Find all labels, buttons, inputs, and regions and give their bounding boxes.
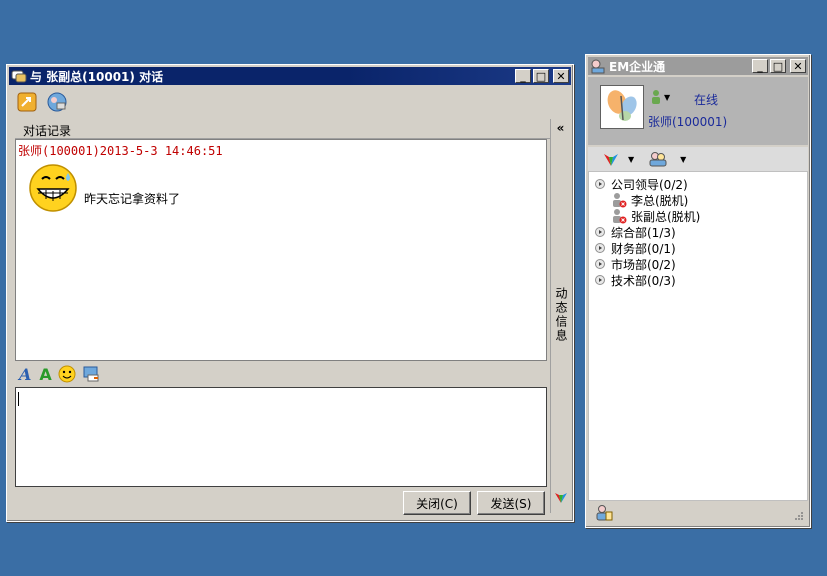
username: 张师(100001) — [648, 115, 728, 129]
profile-panel: ▼ 在线 张师(100001) — [588, 77, 808, 145]
collapse-panel-button[interactable]: « — [551, 119, 570, 137]
font-color-icon[interactable]: A — [39, 365, 51, 384]
screenshot-icon[interactable] — [82, 365, 100, 383]
group-label: 技术部(0/3) — [611, 273, 676, 288]
chat-titlebar[interactable]: 与 张副总(10001) 对话 _ □ ✕ — [9, 67, 571, 85]
font-style-icon[interactable]: A — [19, 365, 31, 384]
contacts-toolbar: ▼ ▼ — [588, 147, 808, 171]
user-manager-icon[interactable] — [594, 503, 614, 523]
expand-arrow-icon[interactable] — [595, 179, 605, 189]
avatar[interactable] — [600, 85, 644, 129]
chat-window: 与 张副总(10001) 对话 _ □ ✕ 对话记录 张师(100001)201… — [6, 64, 574, 522]
chat-title: 与 张副总(10001) 对话 — [30, 69, 164, 84]
close-window-button[interactable]: ✕ — [553, 69, 569, 83]
group-label: 市场部(0/2) — [611, 257, 676, 272]
side-panel: « 动态信息 — [550, 119, 570, 513]
chevron-down-icon: ▼ — [664, 92, 671, 102]
expand-arrow-icon[interactable] — [595, 275, 605, 285]
text-caret — [18, 392, 19, 406]
contacts-footer — [588, 501, 808, 525]
offline-user-icon — [613, 193, 627, 208]
app-menu-icon[interactable] — [602, 150, 620, 168]
contact-label: 李总(脱机) — [631, 193, 689, 208]
offline-user-icon — [613, 209, 627, 224]
group-node[interactable]: 技术部(0/3) — [589, 272, 807, 288]
expand-arrow-icon[interactable] — [595, 243, 605, 253]
expand-arrow-icon[interactable] — [595, 259, 605, 269]
remote-assist-icon[interactable] — [45, 90, 69, 114]
message-row: 昨天忘记拿资料了 — [16, 163, 546, 213]
group-node[interactable]: 公司领导(0/2) — [589, 176, 807, 192]
enterprise-app-icon — [591, 59, 605, 74]
status-selector[interactable]: ▼ — [650, 89, 670, 105]
group-node[interactable]: 综合部(1/3) — [589, 224, 807, 240]
maximize-button[interactable]: □ — [533, 69, 549, 83]
status-text[interactable]: 在线 — [694, 91, 718, 108]
grin-emoticon-icon — [29, 164, 77, 212]
chat-toolbar — [7, 87, 573, 117]
contact-tree: 公司领导(0/2) 李总(脱机) 张副总(脱机) 综合部(1/3) 财务部(0/… — [588, 171, 808, 501]
dynamic-info-tab[interactable]: 动态信息 — [553, 287, 570, 343]
contacts-maximize-button[interactable]: □ — [770, 59, 786, 73]
group-node[interactable]: 市场部(0/2) — [589, 256, 807, 272]
format-toolbar: A A — [15, 363, 547, 385]
history-label: 对话记录 — [15, 119, 552, 139]
contact-node[interactable]: 李总(脱机) — [589, 192, 807, 208]
group-label: 公司领导(0/2) — [611, 177, 688, 192]
online-status-icon — [652, 90, 660, 104]
minimize-button[interactable]: _ — [515, 69, 531, 83]
contact-label: 张副总(脱机) — [631, 209, 701, 224]
chat-app-icon — [11, 70, 27, 83]
group-label: 综合部(1/3) — [611, 225, 676, 240]
contacts-group-icon[interactable] — [648, 150, 668, 168]
group-node[interactable]: 财务部(0/1) — [589, 240, 807, 256]
app-menu-chevron-icon[interactable]: ▼ — [628, 155, 634, 164]
contacts-minimize-button[interactable]: _ — [752, 59, 768, 73]
contacts-window: EM企业通 _ □ ✕ ▼ 在线 张师(100001) ▼ ▼ 公司领导(0/2… — [585, 54, 811, 528]
app-logo-icon — [555, 493, 567, 503]
resize-grip-icon[interactable] — [794, 511, 804, 521]
contact-node[interactable]: 张副总(脱机) — [589, 208, 807, 224]
close-button[interactable]: 关闭(C) — [403, 491, 471, 515]
send-file-icon[interactable] — [15, 90, 39, 114]
message-input[interactable] — [15, 387, 547, 487]
message-header: 张师(100001)2013-5-3 14:46:51 — [18, 144, 223, 158]
contacts-titlebar[interactable]: EM企业通 _ □ ✕ — [588, 57, 808, 75]
group-menu-chevron-icon[interactable]: ▼ — [680, 155, 686, 164]
group-label: 财务部(0/1) — [611, 241, 676, 256]
chat-history[interactable]: 张师(100001)2013-5-3 14:46:51 昨天忘记拿资料了 — [15, 139, 547, 361]
contacts-close-button[interactable]: ✕ — [790, 59, 806, 73]
message-text: 昨天忘记拿资料了 — [84, 192, 181, 206]
butterfly-avatar-icon — [607, 90, 637, 121]
emoticon-picker-icon[interactable] — [58, 365, 76, 383]
contacts-title: EM企业通 — [609, 59, 666, 74]
send-button[interactable]: 发送(S) — [477, 491, 545, 515]
expand-arrow-icon[interactable] — [595, 227, 605, 237]
